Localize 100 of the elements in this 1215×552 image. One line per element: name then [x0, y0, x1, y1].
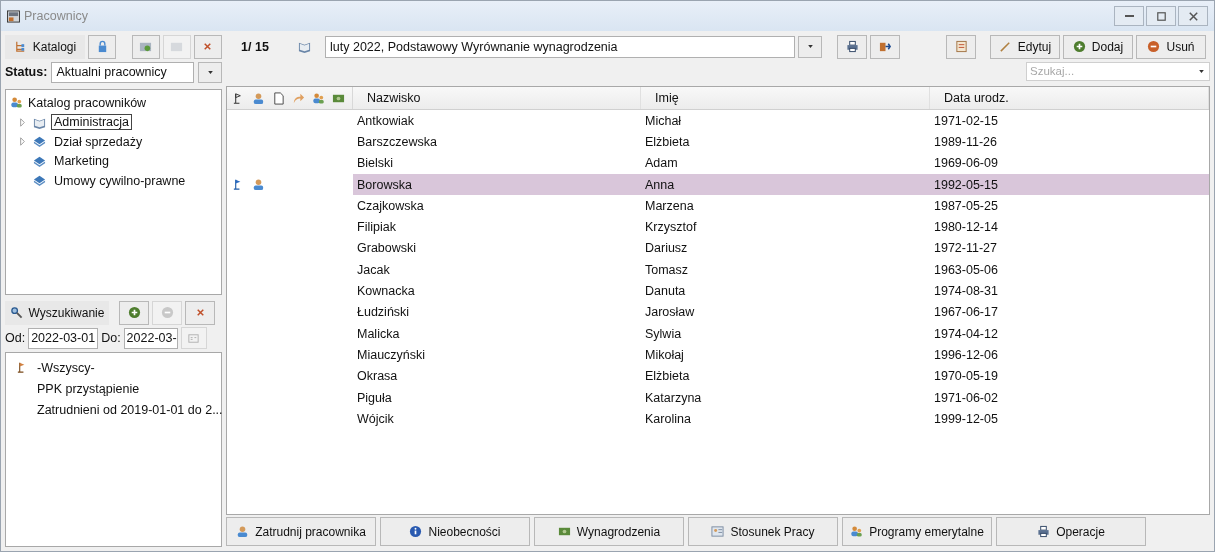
remove-button[interactable]: Usuń: [1136, 34, 1206, 59]
to-label: Do:: [101, 331, 121, 345]
table-cell-text: Jacak: [356, 261, 391, 279]
app-icon: [7, 9, 20, 23]
tree-item[interactable]: Administracja: [51, 114, 133, 131]
table-cell: 1992-05-15: [930, 173, 1209, 196]
table-cell-text: 1967-06-17: [933, 304, 999, 322]
catalogs-button[interactable]: Katalogi: [5, 34, 85, 59]
minimize-icon: [1124, 15, 1134, 17]
table-cell-text: Antkowiak: [356, 112, 415, 130]
table-cell-text: Jarosław: [644, 304, 696, 322]
table-cell-text: Czajkowska: [356, 197, 425, 215]
table-cell-text: Mikołaj: [644, 346, 685, 364]
date-field[interactable]: 2022-03-01: [28, 327, 99, 349]
catalog-icon: [13, 40, 27, 53]
table-cell: Borowska: [353, 173, 641, 196]
status-dropdown[interactable]: Aktualni pracownicy: [51, 61, 194, 83]
search-item[interactable]: Zatrudnieni od 2019-01-01 do 2...: [37, 402, 223, 417]
info-icon: [409, 525, 423, 538]
search-item[interactable]: PPK przystąpienie: [37, 381, 140, 396]
minus-icon: [160, 306, 174, 319]
tab-button[interactable]: Wynagrodzenia: [534, 517, 684, 546]
add-button[interactable]: [119, 300, 149, 325]
print-button[interactable]: [837, 34, 867, 59]
tree-item[interactable]: Dział sprzedaży: [51, 133, 146, 150]
table-cell-text: Piguła: [356, 389, 393, 407]
document-icon: [272, 91, 285, 105]
from-label: Od:: [5, 331, 26, 345]
calendar-icon: [187, 331, 201, 345]
printer-icon: [845, 40, 859, 53]
date-field[interactable]: 2022-03-: [123, 327, 178, 349]
table-cell-text: 1971-06-02: [933, 389, 999, 407]
folder-add-button[interactable]: [131, 34, 160, 59]
table-cell-text: 1971-02-15: [933, 112, 999, 130]
table-cell-text: Michał: [644, 112, 683, 130]
column-header[interactable]: Nazwisko: [367, 91, 421, 105]
add-button[interactable]: Dodaj: [1063, 34, 1133, 59]
table-cell-text: 1963-05-06: [933, 261, 999, 279]
table-cell-text: 1996-12-06: [933, 346, 999, 364]
column-header[interactable]: Data urodz.: [944, 91, 1009, 105]
book-icon: [33, 135, 46, 149]
dropdown-button[interactable]: [798, 35, 822, 58]
search-button[interactable]: Wyszukiwanie: [5, 300, 109, 325]
table-cell-text: Marzena: [644, 197, 695, 215]
search-icon: [9, 306, 23, 319]
people-icon: [312, 91, 325, 105]
lock-button[interactable]: [88, 34, 117, 59]
report-button[interactable]: [946, 34, 976, 59]
export-icon: [878, 40, 892, 53]
edit-button[interactable]: Edytuj: [990, 34, 1060, 59]
tree-item[interactable]: Marketing: [51, 153, 112, 170]
minimize-button[interactable]: [1114, 6, 1144, 26]
tab-button[interactable]: Zatrudnij pracownika: [226, 517, 376, 546]
table-cell-text: Miauczyński: [356, 346, 427, 364]
period-dropdown[interactable]: luty 2022, Podstawowy Wyrównanie wynagrodzenia: [325, 35, 795, 58]
money-icon: [557, 525, 571, 538]
tab-button[interactable]: Stosunek Pracy: [688, 517, 838, 546]
table-cell-text: Grabowski: [356, 240, 418, 258]
plus-icon: [1072, 40, 1086, 53]
table-cell-text: Elżbieta: [644, 368, 691, 386]
tree-item[interactable]: Katalog pracowników: [28, 95, 147, 110]
people-icon: [10, 96, 23, 110]
book-icon: [33, 174, 46, 188]
table-cell-text: Danuta: [644, 283, 687, 300]
table-cell-text: Tomasz: [644, 261, 690, 279]
plus-icon: [127, 306, 141, 319]
table-cell-text: Filipiak: [356, 219, 397, 237]
tab-button[interactable]: Nieobecności: [380, 517, 530, 546]
table-cell-text: Wójcik: [356, 410, 395, 428]
close-icon: [1186, 9, 1200, 23]
tab-button[interactable]: Operacje: [996, 517, 1146, 546]
table-cell-text: 1980-12-14: [933, 219, 999, 237]
column-header[interactable]: Imię: [655, 91, 679, 105]
tab-button[interactable]: Programy emerytalne: [842, 517, 992, 546]
window-title: Pracownicy: [24, 9, 88, 23]
table-cell: Anna: [641, 173, 930, 196]
maximize-icon: [1154, 9, 1168, 23]
table-cell-text: Sylwia: [644, 325, 683, 343]
table-cell-text: Elżbieta: [644, 133, 691, 151]
close-button[interactable]: [1178, 6, 1208, 26]
table-cell-text: 1972-11-27: [933, 240, 998, 258]
person-icon: [252, 91, 265, 105]
table-cell-text: 1974-04-12: [933, 325, 999, 343]
tree-item[interactable]: Umowy cywilno-prawne: [51, 172, 189, 189]
table-cell-text: Adam: [644, 155, 679, 173]
table-cell-text: 1974-08-31: [933, 283, 999, 300]
card-icon: [711, 525, 725, 538]
people-icon: [850, 525, 864, 538]
table-cell-text: Karolina: [644, 410, 692, 428]
table-cell-text: Okrasa: [356, 368, 399, 386]
open-book-icon: [298, 40, 311, 53]
book-icon: [33, 154, 46, 168]
table-cell-text: 1999-12-05: [933, 410, 999, 428]
maximize-button[interactable]: [1146, 6, 1176, 26]
export-button[interactable]: [870, 34, 900, 59]
dropdown-button[interactable]: [198, 61, 222, 83]
minus-icon: [1147, 40, 1161, 53]
table-cell-text: Malicka: [356, 325, 401, 343]
arrow-icon: [292, 91, 305, 105]
search-item[interactable]: -Wszyscy-: [37, 360, 95, 375]
